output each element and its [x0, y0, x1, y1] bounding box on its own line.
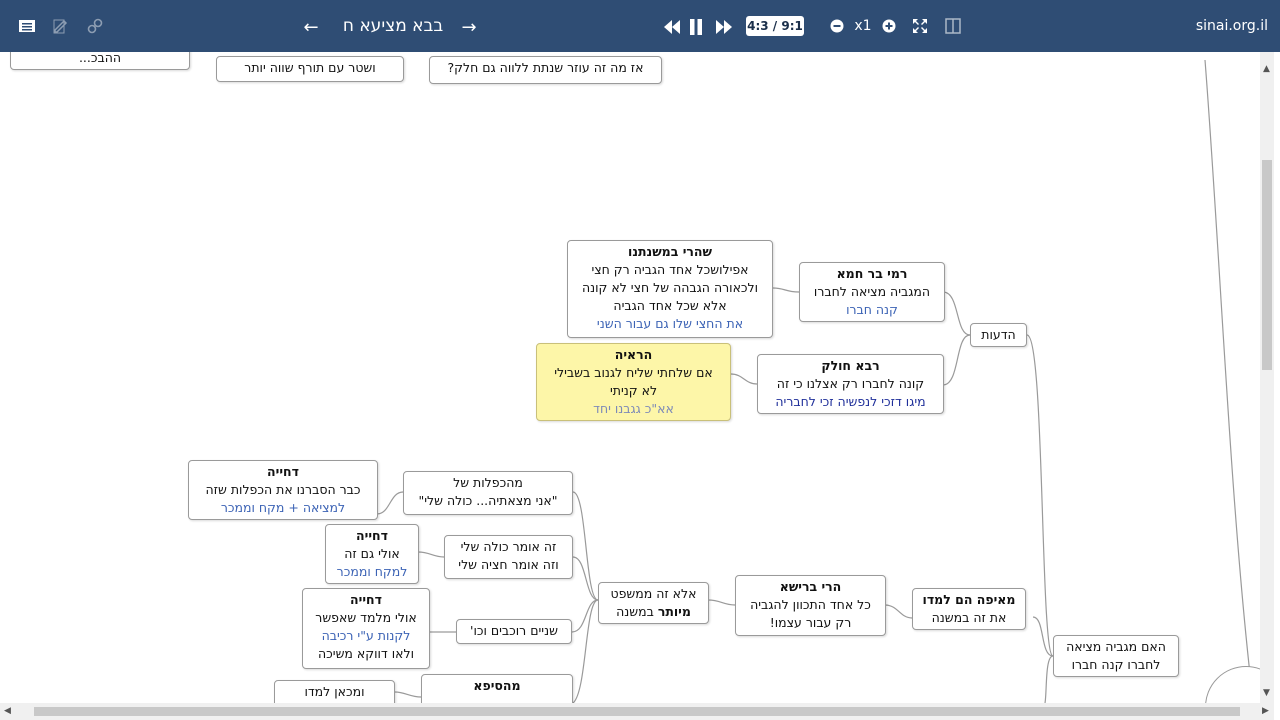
node-text: ושטר עם תורף שווה יותר [244, 60, 376, 75]
node-text: את זה במשנה [931, 610, 1007, 625]
node-text-line: מיותר במשנה [605, 603, 702, 621]
scroll-up-icon[interactable]: ▲ [1263, 64, 1270, 74]
node-dchiya-2[interactable]: דחייה אולי גם זה למקח וממכר [325, 524, 419, 584]
node-mehasefa[interactable]: מהסיפא [421, 674, 573, 703]
node-heading: הרי ברישא [779, 579, 842, 594]
node-text: כבר הסברנו את הכפלות שזה [205, 482, 361, 497]
node-text: קונה לחברו רק אצלנו כי זה [776, 376, 925, 391]
vertical-scrollbar[interactable]: ▲ ▼ [1260, 52, 1274, 703]
node-text: אולי גם זה [344, 546, 400, 561]
node-heading: דחייה [356, 528, 388, 543]
node-harei-berisha[interactable]: הרי ברישא כל אחד התכוון להגביה רק עבור ע… [735, 575, 886, 636]
node-text: האם מגביה מציאה [1066, 639, 1166, 654]
zoom-level: x1 [854, 18, 872, 34]
node-text: ומכאן למדו [304, 684, 365, 699]
node-text: אם שלחתי שליח לגנוב בשבילי [554, 365, 713, 380]
node-heading: רבא חולק [821, 358, 880, 373]
node-text: לחברו קנה חברו [1071, 657, 1161, 672]
node-heading: שהרי במשנתנו [628, 244, 712, 259]
node-highlight-text: קנה חברו [846, 302, 898, 317]
node-dchiya-3[interactable]: דחייה אולי מלמד שאפשר לקנות ע"י רכיבה ול… [302, 588, 430, 669]
list-icon[interactable] [16, 15, 38, 37]
node-text: אלא זה ממשפט [610, 586, 697, 601]
node-top-partial[interactable]: ההבכ... [10, 52, 190, 70]
node-highlight-text: לקנות ע"י רכיבה [321, 628, 411, 643]
node-text: וזה אומר חציה שלי [458, 557, 559, 572]
node-text: כל אחד התכוון להגביה [750, 597, 871, 612]
node-ze-omer[interactable]: זה אומר כולה שלי וזה אומר חציה שלי [444, 535, 573, 579]
node-ela-ze[interactable]: אלא זה ממשפט מיותר במשנה [598, 582, 709, 624]
node-text: אולי מלמד שאפשר [315, 610, 417, 625]
node-highlight-text: למציאה + מקח וממכר [220, 500, 346, 515]
node-haraaya[interactable]: הראיה אם שלחתי שליח לגנוב בשבילי לא קנית… [536, 343, 731, 421]
node-text: ולאו דווקא משיכה [318, 646, 414, 661]
node-shnayim-rochvim[interactable]: שניים רוכבים וכו' [456, 619, 572, 644]
scroll-right-icon[interactable]: ▶ [1262, 706, 1269, 716]
node-highlight-text: אא"כ גגבנו יחד [593, 401, 674, 416]
node-text: זה אומר כולה שלי [460, 539, 557, 554]
node-dchiya-1[interactable]: דחייה כבר הסברנו את הכפלות שזה למציאה + … [188, 460, 378, 520]
node-heading: הראיה [614, 347, 653, 362]
arrow-left-icon[interactable]: ← [300, 15, 322, 39]
node-highlight-text: מיגו דזכי לנפשיה זכי לחבריה [775, 394, 926, 409]
node-text: המגביה מציאה לחברו [813, 284, 931, 299]
split-view-icon[interactable] [943, 16, 963, 36]
mindmap-canvas[interactable]: ההבכ... ושטר עם תורף שווה יותר אז מה זה … [5, 52, 1260, 703]
vertical-scroll-thumb[interactable] [1262, 160, 1272, 370]
node-heading: דחייה [267, 464, 299, 479]
node-hakpalot[interactable]: מהכפלות של "אני מצאתיה... כולה שלי" [403, 471, 573, 515]
horizontal-scroll-thumb[interactable] [34, 707, 1240, 716]
horizontal-scrollbar[interactable]: ◀ ▶ [0, 703, 1274, 720]
node-highlight-text: את החצי שלו גם עבור השני [596, 316, 744, 331]
scroll-left-icon[interactable]: ◀ [4, 706, 11, 716]
node-text: הדעות [981, 327, 1016, 342]
arrow-right-icon[interactable]: → [458, 15, 480, 39]
node-text: לא קניתי [609, 383, 658, 398]
node-heading: דחייה [350, 592, 382, 607]
node-text: ההבכ... [78, 52, 122, 65]
node-umikan[interactable]: ומכאן למדו [274, 680, 395, 703]
scroll-down-icon[interactable]: ▼ [1263, 688, 1270, 698]
zoom-out-icon[interactable] [828, 17, 846, 35]
fullscreen-icon[interactable] [910, 16, 930, 36]
page-title: בבא מציעא ח [342, 16, 444, 36]
node-shtar[interactable]: ושטר עם תורף שווה יותר [216, 56, 404, 82]
node-rava-cholek[interactable]: רבא חולק קונה לחברו רק אצלנו כי זה מיגו … [757, 354, 944, 414]
node-text: אפילושכל אחד הגביה רק חצי [591, 262, 749, 277]
node-text: ולכאורה הגבהה של חצי לא קונה [581, 280, 759, 295]
node-haim-magbiah[interactable]: האם מגביה מציאה לחברו קנה חברו [1053, 635, 1179, 677]
node-text: אלא שכל אחד הגביה [613, 298, 727, 313]
rewind-icon[interactable] [662, 16, 682, 38]
node-bold-text: מיותר [657, 604, 691, 619]
node-heading: רמי בר חמא [836, 266, 908, 281]
node-meifo[interactable]: מאיפה הם למדו את זה במשנה [912, 588, 1026, 630]
link-icon[interactable] [84, 15, 106, 37]
fast-forward-icon[interactable] [714, 16, 734, 38]
top-toolbar: ← בבא מציעא ח → 4:3 / 9:1 x1 sinai.org.i… [0, 0, 1280, 52]
node-text: "אני מצאתיה... כולה שלי" [418, 493, 558, 508]
node-heading: מאיפה הם למדו [922, 592, 1016, 607]
pause-icon[interactable] [686, 16, 706, 38]
node-rami-bar-chama[interactable]: רמי בר חמא המגביה מציאה לחברו קנה חברו [799, 262, 945, 322]
zoom-in-icon[interactable] [880, 17, 898, 35]
node-highlight-text: למקח וממכר [336, 564, 408, 579]
site-link[interactable]: sinai.org.il [1196, 14, 1268, 38]
node-deot[interactable]: הדעות [970, 323, 1027, 347]
node-sheharei[interactable]: שהרי במשנתנו אפילושכל אחד הגביה רק חצי ו… [567, 240, 773, 338]
node-heading: מהסיפא [473, 678, 521, 693]
node-text: שניים רוכבים וכו' [470, 623, 558, 638]
node-text: אז מה זה עוזר שנתת ללווה גם חלק? [447, 60, 644, 75]
node-text: במשנה [616, 604, 658, 619]
node-az-ma[interactable]: אז מה זה עוזר שנתת ללווה גם חלק? [429, 56, 662, 84]
node-text: רק עבור עצמו! [769, 615, 852, 630]
page-indicator: 4:3 / 9:1 [746, 16, 804, 36]
edit-icon[interactable] [50, 15, 72, 37]
node-text: מהכפלות של [453, 475, 523, 490]
